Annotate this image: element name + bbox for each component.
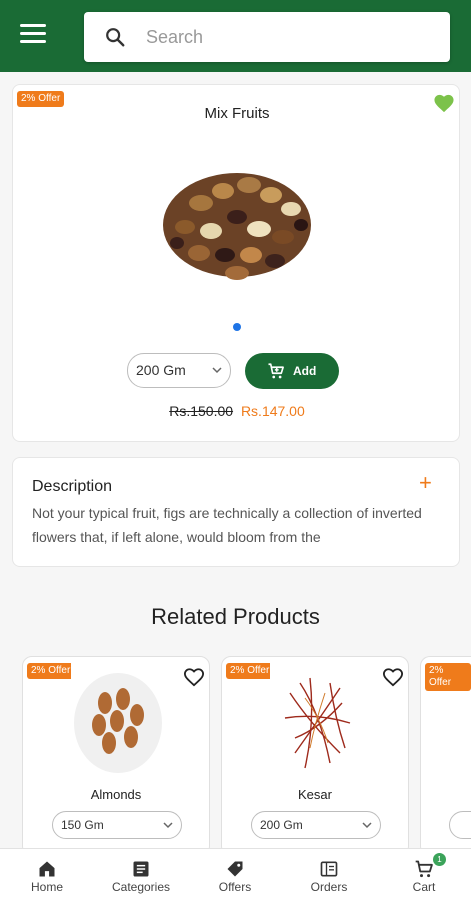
cart-icon (268, 363, 284, 379)
nav-label: Home (30, 880, 63, 894)
nav-label: Orders (310, 880, 348, 894)
offers-tag-icon (227, 861, 243, 877)
bottom-navigation: Home Categories Offers Orders 1 Cart (0, 848, 471, 900)
offer-badge: 2% Offer (27, 663, 75, 679)
menu-icon[interactable] (20, 24, 46, 46)
price-row: Rs.150.00 Rs.147.00 (13, 403, 461, 419)
orders-icon (320, 861, 338, 877)
nav-orders[interactable]: Orders (282, 849, 376, 900)
product-image (270, 663, 364, 777)
related-product-card[interactable]: 2% Offer Kesar 200 Gm (221, 656, 409, 856)
home-icon (39, 861, 55, 877)
related-products-title: Related Products (151, 604, 320, 629)
description-title: Description (32, 478, 113, 495)
chevron-down-icon (163, 822, 173, 829)
cart-count-badge: 1 (433, 853, 446, 866)
nav-label: Categories (111, 880, 171, 894)
product-card: 2% Offer Mix Fruits 200 Gm Add Rs.150.00… (12, 84, 460, 442)
size-select[interactable]: 150 Gm (52, 811, 182, 839)
product-title: Mix Fruits (204, 105, 270, 122)
nav-cart[interactable]: 1 Cart (377, 849, 471, 900)
expand-description-button[interactable]: + (419, 470, 432, 496)
nav-label: Cart (412, 880, 436, 894)
related-product-card[interactable]: 2% Offer (420, 656, 471, 856)
related-product-card[interactable]: 2% Offer Almonds 150 Gm (22, 656, 210, 856)
search-input[interactable] (146, 12, 436, 62)
size-select-value: 200 Gm (260, 818, 303, 832)
search-bar[interactable] (84, 12, 450, 62)
nav-label: Offers (218, 880, 252, 894)
related-product-name: Almonds (90, 787, 142, 802)
size-select-value: 150 Gm (61, 818, 104, 832)
nav-offers[interactable]: Offers (188, 849, 282, 900)
size-select[interactable]: 200 Gm (127, 353, 231, 388)
wishlist-heart-icon[interactable] (382, 667, 404, 687)
app-header (0, 0, 471, 72)
product-image (71, 663, 165, 777)
wishlist-heart-icon[interactable] (183, 667, 205, 687)
carousel-indicator[interactable] (233, 323, 241, 331)
offer-badge: 2% Offer (226, 663, 274, 679)
add-to-cart-button[interactable]: Add (245, 353, 339, 389)
search-icon (106, 28, 125, 47)
size-select[interactable] (449, 811, 471, 839)
nav-categories[interactable]: Categories (94, 849, 188, 900)
chevron-down-icon (362, 822, 372, 829)
add-button-label: Add (293, 364, 317, 378)
cart-icon (415, 860, 433, 878)
description-card: Description + Not your typical fruit, fi… (12, 457, 460, 567)
size-select[interactable]: 200 Gm (251, 811, 381, 839)
new-price: Rs.147.00 (240, 403, 305, 419)
chevron-down-icon (212, 367, 222, 374)
offer-badge: 2% Offer (425, 663, 471, 691)
old-price: Rs.150.00 (169, 403, 234, 419)
description-text: Not your typical fruit, figs are technic… (32, 505, 422, 545)
nav-home[interactable]: Home (0, 849, 94, 900)
related-product-name: Kesar (298, 787, 332, 802)
categories-icon (133, 861, 149, 877)
product-image (151, 143, 323, 295)
size-select-value: 200 Gm (136, 362, 186, 378)
